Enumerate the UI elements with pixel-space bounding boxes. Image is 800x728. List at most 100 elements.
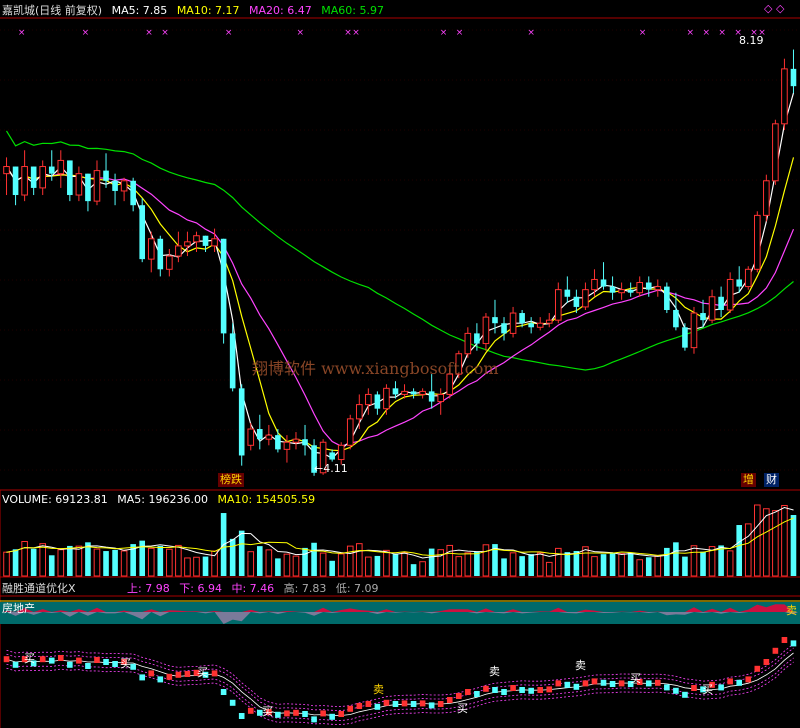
channel-block: [356, 703, 363, 709]
channel-block: [392, 701, 399, 707]
candle-body: [600, 279, 607, 287]
buy-tag-6: 买: [630, 672, 641, 685]
candle-body: [726, 278, 734, 311]
sell-tag-3: 卖: [575, 659, 586, 672]
candle-body: [564, 289, 571, 297]
volume-bar: [736, 525, 743, 576]
channel-block: [555, 680, 562, 687]
channel-block: [564, 681, 571, 688]
channel-block: [148, 670, 155, 677]
candle-body: [346, 418, 354, 446]
volume-bar: [609, 553, 616, 576]
channel-mid-label: 中: 7.46: [231, 582, 275, 595]
channel-block: [446, 697, 453, 703]
channel-block: [645, 680, 652, 687]
signal-x-marker: ×: [344, 28, 352, 38]
channel-block: [157, 676, 164, 683]
sell-tag-2: 卖: [489, 665, 500, 678]
channel-block: [573, 683, 580, 690]
candle-body: [130, 180, 136, 206]
channel-block: [229, 699, 236, 706]
channel-block: [410, 701, 417, 707]
channel-block: [664, 684, 670, 691]
channel-up-label: 上: 7.98: [127, 582, 170, 595]
candle-body: [509, 312, 517, 334]
candle-body: [781, 68, 788, 125]
candle-body: [166, 255, 173, 270]
channel-block: [220, 689, 227, 695]
candle-body: [3, 166, 10, 175]
candle-body: [39, 166, 47, 189]
candle-body: [664, 286, 670, 310]
candle-body: [383, 387, 390, 410]
channel-block: [347, 705, 354, 712]
channel-block: [238, 713, 245, 719]
signal-x-marker: ×: [639, 28, 647, 38]
candle-body: [536, 322, 544, 328]
channel-block: [772, 647, 779, 654]
candle-body: [57, 159, 65, 175]
candle-body: [645, 282, 652, 290]
channel-block: [293, 709, 299, 716]
channel-block: [528, 687, 534, 694]
candle-body: [329, 452, 335, 460]
signal-x-marker: ×: [18, 28, 26, 38]
stock-label: 嘉凯城(日线 前复权): [2, 4, 103, 17]
channel-block: [275, 711, 281, 718]
channel-block: [474, 691, 480, 697]
candle-body: [211, 238, 218, 247]
candle-body: [708, 296, 716, 321]
candle-body: [392, 388, 399, 395]
channel-block: [374, 703, 381, 710]
volume-ma5-label: MA5: 196236.00: [117, 493, 208, 506]
candle-body: [618, 289, 625, 294]
channel-block: [320, 710, 326, 717]
channel-block: [455, 693, 462, 699]
candle-body: [573, 296, 580, 307]
indicator-name: 融胜通道优化X: [2, 582, 76, 595]
candle-body: [501, 323, 507, 334]
candle-body: [428, 391, 435, 402]
candle-body: [419, 390, 426, 395]
low-marker: ←4.11: [314, 462, 348, 475]
candle-body: [112, 180, 118, 191]
channel-block: [546, 686, 553, 693]
volume-bar: [311, 542, 317, 576]
channel-block: [175, 671, 182, 678]
candle-body: [763, 180, 770, 216]
candle-body: [790, 68, 797, 87]
candle-body: [292, 438, 300, 443]
candle-body: [85, 173, 91, 202]
sell-tag-1: 卖: [373, 683, 384, 696]
signal-x-marker: ×: [161, 28, 169, 38]
candle-body: [283, 441, 291, 450]
channel-block: [329, 713, 335, 720]
candle-body: [654, 286, 662, 291]
channel-block: [302, 711, 308, 717]
volume-bar: [528, 554, 534, 576]
candle-body: [673, 309, 679, 328]
candle-body: [247, 428, 255, 446]
candle-body: [690, 312, 698, 349]
channel-block: [691, 685, 697, 691]
volume-bar: [645, 557, 652, 576]
ma60-label: MA60: 5.97: [321, 4, 384, 17]
channel-block: [501, 689, 507, 695]
channel-block: [727, 678, 733, 685]
channel-block: [428, 702, 435, 709]
volume-bar: [700, 551, 706, 576]
volume-bar: [718, 545, 724, 576]
candle-body: [48, 166, 55, 174]
channel-block: [465, 689, 471, 695]
ma10-label: MA10: 7.17: [176, 4, 240, 17]
diamond-icons[interactable]: ◇ ◇: [764, 2, 784, 15]
channel-block: [419, 700, 426, 707]
channel-block: [383, 699, 390, 706]
volume-bar: [501, 558, 507, 576]
channel-block: [654, 679, 661, 686]
candle-body: [220, 238, 227, 334]
volume-bar: [627, 552, 634, 576]
channel-block: [39, 656, 46, 663]
channel-block: [94, 657, 100, 663]
channel-block: [57, 655, 64, 661]
